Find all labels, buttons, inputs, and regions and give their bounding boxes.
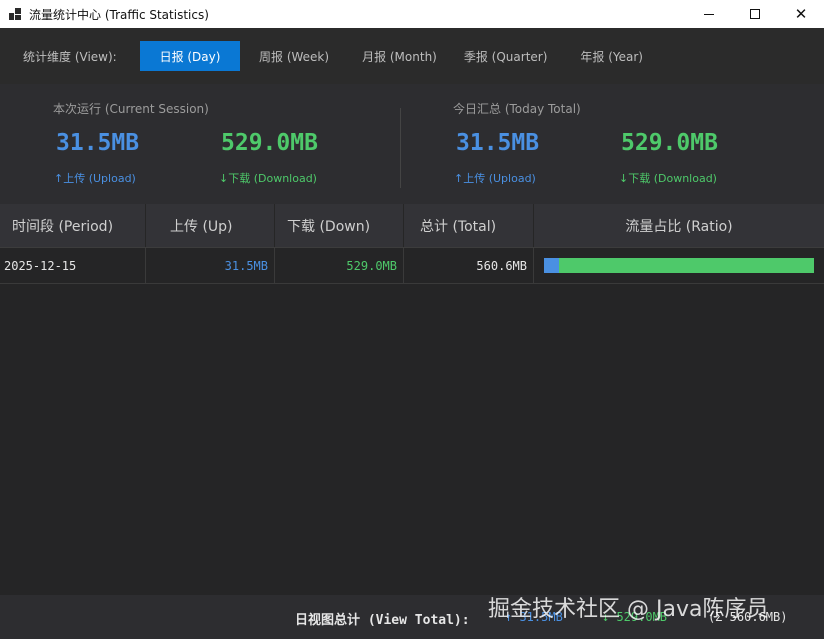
cell-period: 2025-12-15 xyxy=(0,248,146,283)
today-download-label: ↓下载 (Download) xyxy=(619,172,717,185)
app-icon xyxy=(9,8,21,20)
maximize-button[interactable] xyxy=(732,0,778,28)
tab-year[interactable]: 年报 (Year) xyxy=(566,41,662,71)
view-toolbar: 统计维度 (View): 日报 (Day) 周报 (Week) 月报 (Mont… xyxy=(0,28,824,84)
cell-ratio xyxy=(534,248,824,283)
today-upload-value: 31.5MB xyxy=(456,130,540,156)
ratio-bar-upload xyxy=(544,258,560,273)
tab-week[interactable]: 周报 (Week) xyxy=(240,41,348,71)
session-download-value: 529.0MB xyxy=(221,130,318,156)
table-row[interactable]: 2025-12-15 31.5MB 529.0MB 560.6MB xyxy=(0,248,824,284)
session-download-label: ↓下载 (Download) xyxy=(219,172,317,185)
session-title: 本次运行 (Current Session) xyxy=(53,102,209,116)
summary-divider xyxy=(400,108,401,188)
title-bar: 流量统计中心 (Traffic Statistics) ✕ xyxy=(0,0,824,28)
today-title: 今日汇总 (Today Total) xyxy=(453,102,581,116)
cell-total: 560.6MB xyxy=(404,248,534,283)
table-header: 时间段 (Period) 上传 (Up) 下载 (Down) 总计 (Total… xyxy=(0,204,824,248)
footer-label: 日视图总计 (View Total): xyxy=(295,613,470,628)
session-upload-value: 31.5MB xyxy=(56,130,140,156)
window-title: 流量统计中心 (Traffic Statistics) xyxy=(29,7,209,22)
header-up[interactable]: 上传 (Up) xyxy=(146,204,275,247)
ratio-bar-download xyxy=(559,258,814,273)
ratio-bar xyxy=(544,258,814,273)
header-down[interactable]: 下载 (Down) xyxy=(275,204,404,247)
tab-month[interactable]: 月报 (Month) xyxy=(348,41,456,71)
minimize-icon xyxy=(704,13,714,15)
today-download-value: 529.0MB xyxy=(621,130,718,156)
watermark-text: 掘金技术社区 @ Java陈序员 xyxy=(488,597,769,622)
close-icon: ✕ xyxy=(794,4,808,23)
header-total[interactable]: 总计 (Total) xyxy=(404,204,534,247)
view-label: 统计维度 (View): xyxy=(23,49,117,64)
session-upload-label: ↑上传 (Upload) xyxy=(54,172,136,185)
traffic-table: 时间段 (Period) 上传 (Up) 下载 (Down) 总计 (Total… xyxy=(0,204,824,284)
tab-day[interactable]: 日报 (Day) xyxy=(140,41,240,71)
today-upload-label: ↑上传 (Upload) xyxy=(454,172,536,185)
close-button[interactable]: ✕ xyxy=(778,0,824,28)
header-period[interactable]: 时间段 (Period) xyxy=(0,204,146,247)
minimize-button[interactable] xyxy=(686,0,732,28)
cell-down: 529.0MB xyxy=(275,248,404,283)
maximize-icon xyxy=(750,9,760,19)
tab-quarter[interactable]: 季报 (Quarter) xyxy=(456,41,567,71)
cell-up: 31.5MB xyxy=(146,248,275,283)
summary-panel: 本次运行 (Current Session) 31.5MB 529.0MB ↑上… xyxy=(0,84,824,204)
header-ratio[interactable]: 流量占比 (Ratio) xyxy=(534,204,824,247)
